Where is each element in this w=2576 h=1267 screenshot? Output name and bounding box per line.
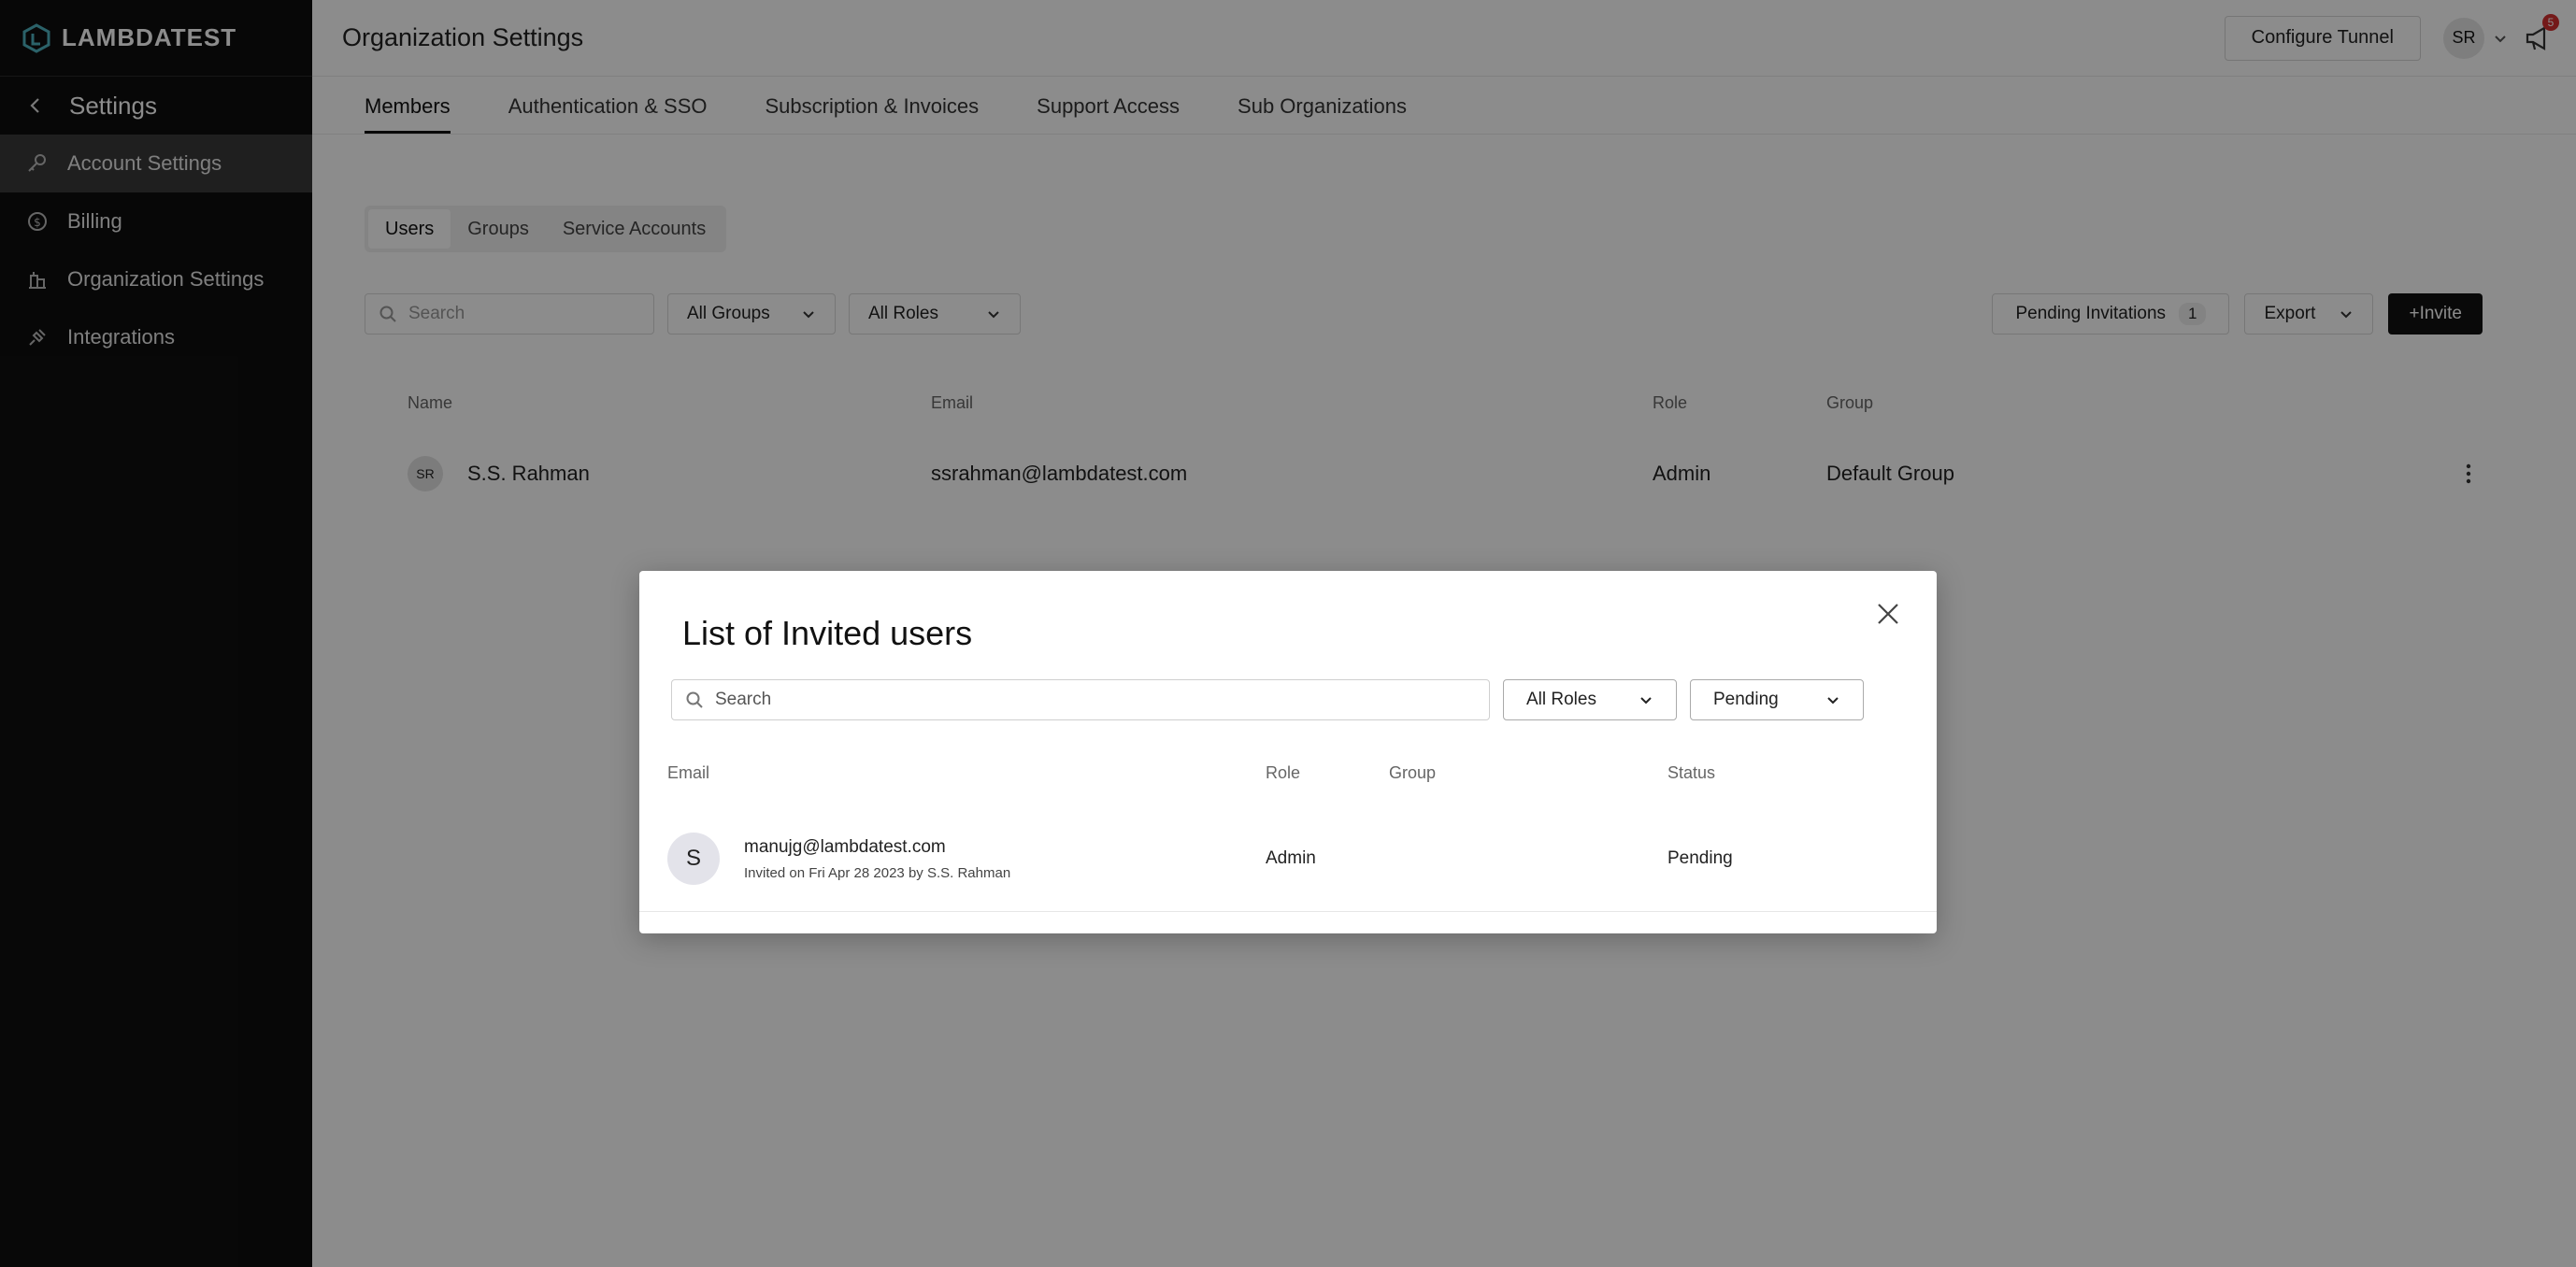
header-email: Email (667, 763, 710, 782)
invitee-role: Admin (1266, 848, 1316, 868)
chevron-down-icon (1640, 697, 1652, 705)
search-placeholder: Search (715, 690, 772, 709)
invited-users-modal: List of Invited users Search All Roles P… (639, 571, 1937, 933)
chevron-down-icon (1827, 697, 1839, 705)
invitee-cell: S manujg@lambdatest.com Invited on Fri A… (667, 833, 1266, 885)
invited-table-header: Email Role Group Status (667, 763, 1909, 783)
modal-roles-dropdown[interactable]: All Roles (1503, 679, 1677, 720)
invited-on-text: Invited on Fri Apr 28 2023 by S.S. Rahma… (744, 864, 1011, 881)
modal-filters: Search All Roles Pending (671, 679, 1864, 720)
search-icon (686, 691, 703, 708)
close-icon[interactable] (1873, 599, 1903, 629)
dropdown-value: All Roles (1526, 690, 1596, 709)
table-row[interactable]: S manujg@lambdatest.com Invited on Fri A… (667, 833, 1909, 885)
header-status: Status (1667, 763, 1716, 782)
header-group: Group (1389, 763, 1437, 782)
invited-search-input[interactable]: Search (671, 679, 1490, 720)
invitee-info: manujg@lambdatest.com Invited on Fri Apr… (744, 837, 1010, 881)
app-root: LAMBDATEST Settings Account Settings $ B… (0, 0, 2576, 1267)
dropdown-value: Pending (1713, 690, 1779, 709)
invitee-email: manujg@lambdatest.com (744, 836, 946, 857)
invitee-status: Pending (1667, 848, 1733, 868)
header-role: Role (1266, 763, 1301, 782)
avatar: S (667, 833, 720, 885)
modal-title: List of Invited users (682, 614, 973, 652)
modal-status-dropdown[interactable]: Pending (1690, 679, 1864, 720)
modal-divider (639, 911, 1937, 912)
